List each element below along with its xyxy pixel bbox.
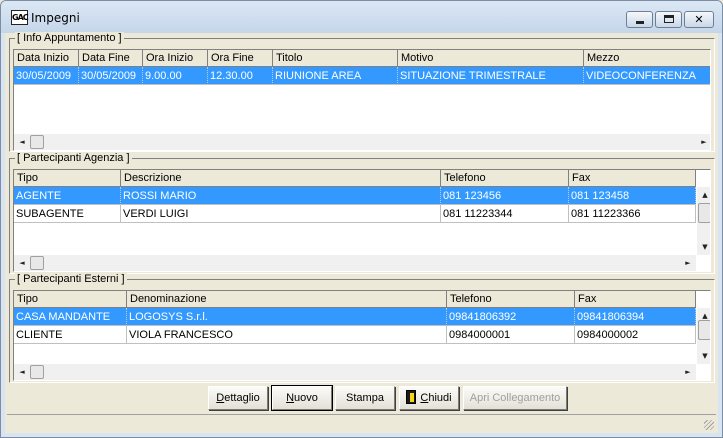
status-bar <box>7 414 716 432</box>
cell-telefono: 0984000001 <box>447 326 575 344</box>
cell-denominazione: VIOLA FRANCESCO <box>127 326 447 344</box>
column-header-mezzo[interactable]: Mezzo <box>584 50 710 66</box>
dettaglio-button[interactable]: Dettaglio <box>208 386 268 410</box>
scroll-thumb[interactable] <box>698 203 710 223</box>
nuovo-button[interactable]: Nuovo <box>271 385 333 411</box>
cell-data-inizio: 30/05/2009 <box>14 67 79 85</box>
scroll-right-icon[interactable]: ► <box>696 134 710 150</box>
group-caption: [ Info Appuntamento ] <box>15 32 124 44</box>
grid-header: Data Inizio Data Fine Ora Inizio Ora Fin… <box>14 50 710 67</box>
cell-tipo: CLIENTE <box>14 326 127 344</box>
apri-collegamento-button[interactable]: Apri Collegamento <box>463 386 567 410</box>
external-participants-grid[interactable]: Tipo Denominazione Telefono Fax CASA MAN… <box>13 290 711 381</box>
grid-header: Tipo Descrizione Telefono Fax <box>14 170 696 187</box>
cell-motivo: SITUAZIONE TRIMESTRALE <box>398 67 584 85</box>
cell-denominazione: LOGOSYS S.r.l. <box>127 308 447 326</box>
scroll-thumb[interactable] <box>30 365 44 379</box>
column-header-ora-inizio[interactable]: Ora Inizio <box>143 50 208 66</box>
cell-descrizione: VERDI LUIGI <box>121 205 441 223</box>
resize-grip-icon[interactable] <box>704 420 714 430</box>
column-header-descrizione[interactable]: Descrizione <box>121 170 441 186</box>
table-row[interactable]: 30/05/2009 30/05/2009 9.00.00 12.30.00 R… <box>14 67 710 85</box>
door-exit-icon <box>406 390 417 404</box>
cell-mezzo: VIDEOCONFERENZA <box>584 67 710 85</box>
close-icon: ✕ <box>694 13 704 26</box>
group-caption: [ Partecipanti Esterni ] <box>15 273 127 285</box>
maximize-icon <box>664 15 674 23</box>
cell-titolo: RIUNIONE AREA <box>273 67 398 85</box>
column-header-telefono[interactable]: Telefono <box>441 170 569 186</box>
client-area: [ Info Appuntamento ] Data Inizio Data F… <box>5 32 718 433</box>
stampa-label: Stampa <box>346 392 384 404</box>
column-header-titolo[interactable]: Titolo <box>273 50 398 66</box>
apri-collegamento-label: Apri Collegamento <box>469 392 561 404</box>
cell-telefono: 081 123456 <box>441 187 569 205</box>
grid-header: Tipo Denominazione Telefono Fax <box>14 291 696 308</box>
stampa-button[interactable]: Stampa <box>335 386 395 410</box>
cell-telefono: 09841806392 <box>447 308 575 326</box>
scroll-left-icon[interactable]: ◄ <box>14 134 30 150</box>
column-header-telefono[interactable]: Telefono <box>447 291 575 307</box>
cell-ora-fine: 12.30.00 <box>208 67 273 85</box>
vertical-scrollbar[interactable]: ▲ ▼ <box>696 308 710 364</box>
horizontal-scrollbar[interactable]: ◄ ► <box>14 364 696 380</box>
scroll-thumb[interactable] <box>30 256 44 270</box>
group-caption: [ Partecipanti Agenzia ] <box>15 152 132 164</box>
table-row[interactable]: CASA MANDANTE LOGOSYS S.r.l. 09841806392… <box>14 308 696 326</box>
horizontal-scrollbar[interactable]: ◄ ► <box>14 134 710 150</box>
close-button[interactable]: ✕ <box>684 11 714 28</box>
cell-data-fine: 30/05/2009 <box>79 67 143 85</box>
scroll-right-icon[interactable]: ► <box>680 364 696 380</box>
cell-fax: 081 123458 <box>569 187 696 205</box>
maximize-button[interactable] <box>655 11 682 28</box>
group-partecipanti-agenzia: [ Partecipanti Agenzia ] Tipo Descrizion… <box>9 152 715 274</box>
cell-fax: 0984000002 <box>575 326 696 344</box>
scroll-down-icon[interactable]: ▼ <box>697 239 710 255</box>
nuovo-label: uovo <box>294 392 318 404</box>
cell-fax: 081 11223366 <box>569 205 696 223</box>
cell-tipo: CASA MANDANTE <box>14 308 127 326</box>
impegni-window: GAC Impegni ✕ [ Info Appuntamento ] Data… <box>0 0 723 438</box>
column-header-denominazione[interactable]: Denominazione <box>127 291 447 307</box>
column-header-tipo[interactable]: Tipo <box>14 291 127 307</box>
column-header-motivo[interactable]: Motivo <box>398 50 584 66</box>
scroll-thumb[interactable] <box>698 320 710 340</box>
column-header-fax[interactable]: Fax <box>569 170 696 186</box>
window-title: Impegni <box>31 11 80 25</box>
group-partecipanti-esterni: [ Partecipanti Esterni ] Tipo Denominazi… <box>9 273 715 383</box>
title-bar[interactable]: GAC Impegni ✕ <box>1 1 722 33</box>
cell-descrizione: ROSSI MARIO <box>121 187 441 205</box>
cell-tipo: SUBAGENTE <box>14 205 121 223</box>
table-row[interactable]: CLIENTE VIOLA FRANCESCO 0984000001 09840… <box>14 326 696 344</box>
dettaglio-label: ettaglio <box>224 392 260 404</box>
scroll-down-icon[interactable]: ▼ <box>697 348 710 364</box>
cell-tipo: AGENTE <box>14 187 121 205</box>
app-icon[interactable]: GAC <box>11 10 29 25</box>
scroll-thumb[interactable] <box>30 135 44 149</box>
scroll-left-icon[interactable]: ◄ <box>14 364 30 380</box>
column-header-ora-fine[interactable]: Ora Fine <box>208 50 273 66</box>
table-row[interactable]: AGENTE ROSSI MARIO 081 123456 081 123458 <box>14 187 696 205</box>
column-header-data-fine[interactable]: Data Fine <box>79 50 143 66</box>
cell-ora-inizio: 9.00.00 <box>143 67 208 85</box>
column-header-fax[interactable]: Fax <box>575 291 696 307</box>
chiudi-label: hiudi <box>428 392 452 404</box>
column-header-data-inizio[interactable]: Data Inizio <box>14 50 79 66</box>
cell-telefono: 081 11223344 <box>441 205 569 223</box>
group-info-appuntamento: [ Info Appuntamento ] Data Inizio Data F… <box>9 32 715 152</box>
chiudi-button[interactable]: Chiudi <box>399 386 459 410</box>
vertical-scrollbar[interactable]: ▲ ▼ <box>696 187 710 255</box>
horizontal-scrollbar[interactable]: ◄ ► <box>14 255 696 271</box>
column-header-tipo[interactable]: Tipo <box>14 170 121 186</box>
cell-fax: 09841806394 <box>575 308 696 326</box>
scroll-right-icon[interactable]: ► <box>680 255 696 271</box>
agency-participants-grid[interactable]: Tipo Descrizione Telefono Fax AGENTE ROS… <box>13 169 711 272</box>
table-row[interactable]: SUBAGENTE VERDI LUIGI 081 11223344 081 1… <box>14 205 696 223</box>
minimize-icon <box>636 21 644 24</box>
nuovo-mnemonic: N <box>286 392 295 404</box>
scroll-left-icon[interactable]: ◄ <box>14 255 30 271</box>
scroll-up-icon[interactable]: ▲ <box>697 187 710 203</box>
minimize-button[interactable] <box>626 11 653 28</box>
appointments-grid[interactable]: Data Inizio Data Fine Ora Inizio Ora Fin… <box>13 49 711 151</box>
